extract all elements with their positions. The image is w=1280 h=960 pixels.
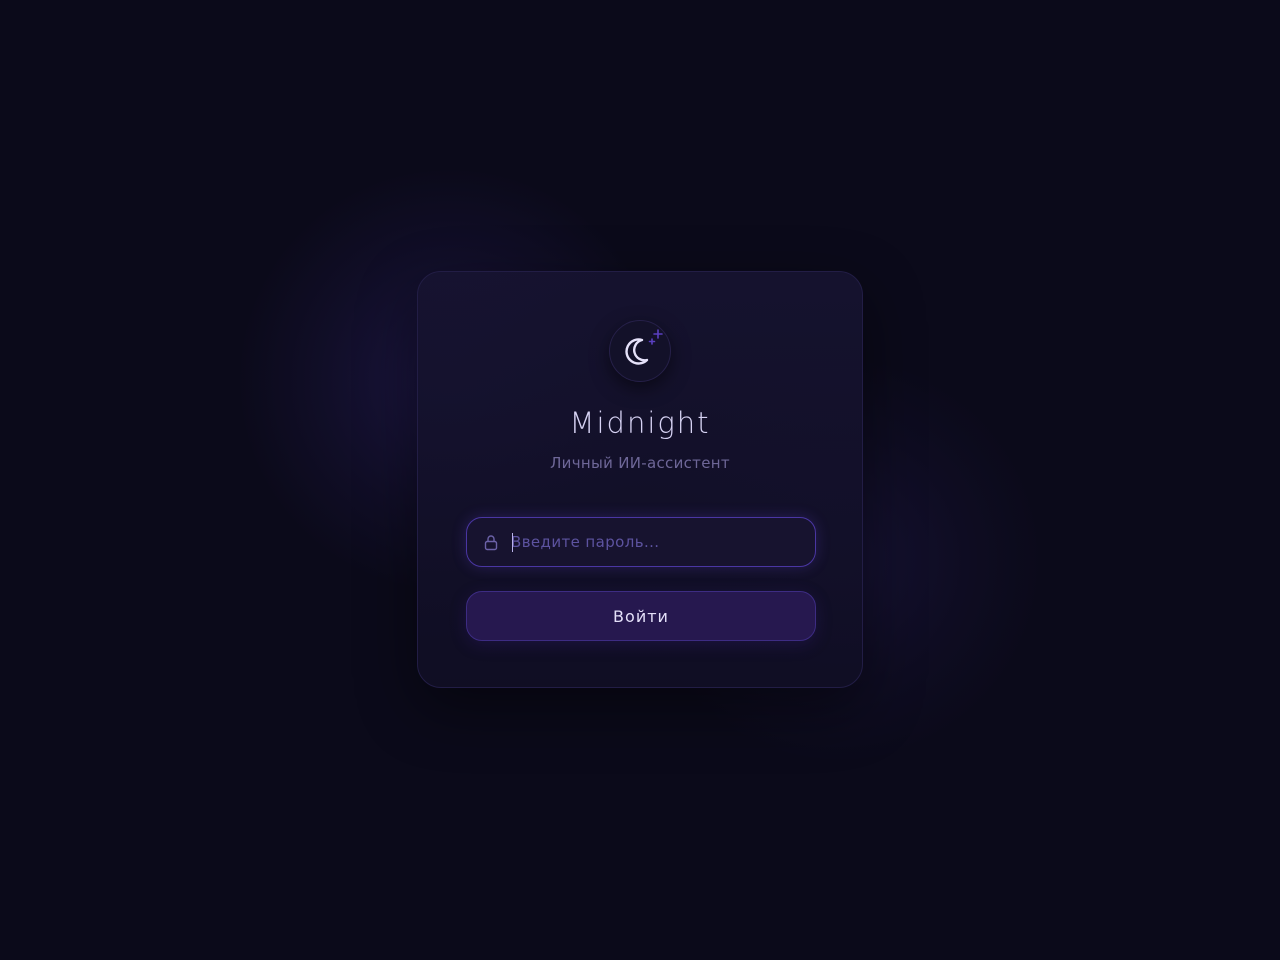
password-field[interactable] (466, 517, 816, 567)
app-logo (609, 320, 671, 382)
sparkle-icon (648, 329, 663, 345)
login-card: Midnight Личный ИИ-ассистент Войти (417, 271, 863, 688)
login-screen: Midnight Личный ИИ-ассистент Войти (0, 0, 1280, 960)
app-title: Midnight (569, 406, 711, 440)
lock-icon (483, 534, 499, 555)
login-button[interactable]: Войти (466, 591, 816, 641)
text-cursor (512, 533, 513, 552)
moon-icon (625, 329, 663, 365)
password-input[interactable] (511, 518, 801, 566)
app-subtitle: Личный ИИ-ассистент (550, 454, 730, 472)
